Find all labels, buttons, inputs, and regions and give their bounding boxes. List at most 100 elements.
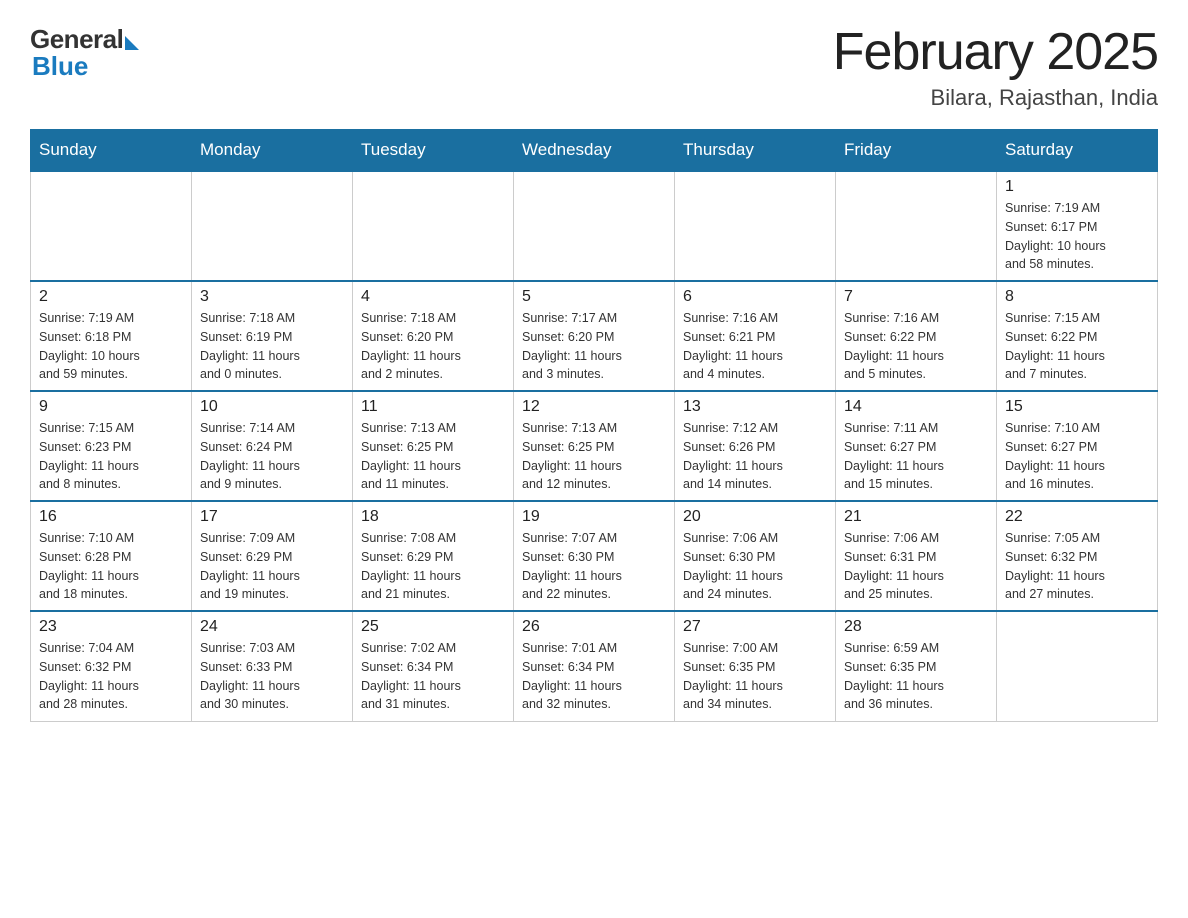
page-header: General Blue February 2025 Bilara, Rajas… [30,24,1158,111]
day-number: 11 [361,398,505,416]
day-number: 26 [522,618,666,636]
logo: General Blue [30,24,139,82]
title-section: February 2025 Bilara, Rajasthan, India [833,24,1158,111]
calendar-day-5: 5 Sunrise: 7:17 AMSunset: 6:20 PMDaylight… [514,281,675,391]
calendar-day-15: 15Sunrise: 7:10 AMSunset: 6:27 PMDayligh… [997,391,1158,501]
day-number: 27 [683,618,827,636]
day-info: Sunrise: 7:06 AMSunset: 6:30 PMDaylight:… [683,529,827,604]
day-info: Sunrise: 7:12 AMSunset: 6:26 PMDaylight:… [683,419,827,494]
day-number: 12 [522,398,666,416]
calendar-day-12: 12 Sunrise: 7:13 AMSunset: 6:25 PMDayligh… [514,391,675,501]
day-info: Sunrise: 7:13 AMSunset: 6:25 PMDaylight:… [361,419,505,494]
calendar-day-13: 13Sunrise: 7:12 AMSunset: 6:26 PMDayligh… [675,391,836,501]
calendar-day-2: 2 Sunrise: 7:19 AMSunset: 6:18 PMDaylight… [31,281,192,391]
day-info: Sunrise: 7:18 AMSunset: 6:20 PMDaylight:… [361,309,505,384]
calendar-day-24: 24Sunrise: 7:03 AMSunset: 6:33 PMDayligh… [192,611,353,721]
weekday-header-friday: Friday [836,130,997,172]
month-year-title: February 2025 [833,24,1158,81]
day-info: Sunrise: 7:17 AMSunset: 6:20 PMDaylight:… [522,309,666,384]
day-info: Sunrise: 7:01 AMSunset: 6:34 PMDaylight:… [522,639,666,714]
day-info: Sunrise: 7:14 AMSunset: 6:24 PMDaylight:… [200,419,344,494]
calendar-day-1: 1Sunrise: 7:19 AMSunset: 6:17 PMDaylight… [997,171,1158,281]
weekday-header-row: SundayMondayTuesdayWednesdayThursdayFrid… [31,130,1158,172]
day-info: Sunrise: 7:16 AMSunset: 6:22 PMDaylight:… [844,309,988,384]
day-info: Sunrise: 7:15 AMSunset: 6:23 PMDaylight:… [39,419,183,494]
day-number: 3 [200,288,344,306]
calendar-day-6: 6 Sunrise: 7:16 AMSunset: 6:21 PMDaylight… [675,281,836,391]
day-info: Sunrise: 7:18 AMSunset: 6:19 PMDaylight:… [200,309,344,384]
calendar-week-row: 1Sunrise: 7:19 AMSunset: 6:17 PMDaylight… [31,171,1158,281]
calendar-day-14: 14 Sunrise: 7:11 AMSunset: 6:27 PMDayligh… [836,391,997,501]
calendar-day-21: 21Sunrise: 7:06 AMSunset: 6:31 PMDayligh… [836,501,997,611]
day-info: Sunrise: 7:05 AMSunset: 6:32 PMDaylight:… [1005,529,1149,604]
day-number: 24 [200,618,344,636]
calendar-week-row: 9 Sunrise: 7:15 AMSunset: 6:23 PMDaylight… [31,391,1158,501]
day-number: 8 [1005,288,1149,306]
day-number: 22 [1005,508,1149,526]
calendar-empty-cell [997,611,1158,721]
calendar-day-19: 19 Sunrise: 7:07 AMSunset: 6:30 PMDayligh… [514,501,675,611]
weekday-header-monday: Monday [192,130,353,172]
day-number: 14 [844,398,988,416]
day-info: Sunrise: 7:06 AMSunset: 6:31 PMDaylight:… [844,529,988,604]
calendar-empty-cell [675,171,836,281]
day-info: Sunrise: 6:59 AMSunset: 6:35 PMDaylight:… [844,639,988,714]
logo-blue-text: Blue [32,51,88,82]
calendar-day-10: 10 Sunrise: 7:14 AMSunset: 6:24 PMDayligh… [192,391,353,501]
day-info: Sunrise: 7:13 AMSunset: 6:25 PMDaylight:… [522,419,666,494]
calendar-day-22: 22 Sunrise: 7:05 AMSunset: 6:32 PMDayligh… [997,501,1158,611]
day-info: Sunrise: 7:02 AMSunset: 6:34 PMDaylight:… [361,639,505,714]
calendar-day-4: 4 Sunrise: 7:18 AMSunset: 6:20 PMDaylight… [353,281,514,391]
weekday-header-saturday: Saturday [997,130,1158,172]
day-number: 2 [39,288,183,306]
calendar-day-16: 16 Sunrise: 7:10 AMSunset: 6:28 PMDayligh… [31,501,192,611]
calendar-empty-cell [31,171,192,281]
calendar-empty-cell [192,171,353,281]
day-number: 19 [522,508,666,526]
day-info: Sunrise: 7:10 AMSunset: 6:28 PMDaylight:… [39,529,183,604]
day-number: 7 [844,288,988,306]
day-number: 4 [361,288,505,306]
day-number: 5 [522,288,666,306]
day-number: 23 [39,618,183,636]
calendar-day-27: 27Sunrise: 7:00 AMSunset: 6:35 PMDayligh… [675,611,836,721]
calendar-week-row: 23Sunrise: 7:04 AMSunset: 6:32 PMDayligh… [31,611,1158,721]
day-info: Sunrise: 7:10 AMSunset: 6:27 PMDaylight:… [1005,419,1149,494]
weekday-header-tuesday: Tuesday [353,130,514,172]
day-number: 28 [844,618,988,636]
day-number: 9 [39,398,183,416]
day-number: 17 [200,508,344,526]
calendar-day-8: 8 Sunrise: 7:15 AMSunset: 6:22 PMDaylight… [997,281,1158,391]
calendar-week-row: 16 Sunrise: 7:10 AMSunset: 6:28 PMDayligh… [31,501,1158,611]
day-info: Sunrise: 7:08 AMSunset: 6:29 PMDaylight:… [361,529,505,604]
day-info: Sunrise: 7:07 AMSunset: 6:30 PMDaylight:… [522,529,666,604]
day-info: Sunrise: 7:09 AMSunset: 6:29 PMDaylight:… [200,529,344,604]
calendar-day-17: 17 Sunrise: 7:09 AMSunset: 6:29 PMDayligh… [192,501,353,611]
location-subtitle: Bilara, Rajasthan, India [833,85,1158,111]
day-number: 18 [361,508,505,526]
calendar-day-20: 20 Sunrise: 7:06 AMSunset: 6:30 PMDayligh… [675,501,836,611]
calendar-day-18: 18 Sunrise: 7:08 AMSunset: 6:29 PMDayligh… [353,501,514,611]
day-info: Sunrise: 7:11 AMSunset: 6:27 PMDaylight:… [844,419,988,494]
day-info: Sunrise: 7:19 AMSunset: 6:18 PMDaylight:… [39,309,183,384]
day-info: Sunrise: 7:16 AMSunset: 6:21 PMDaylight:… [683,309,827,384]
logo-arrow-icon [125,36,139,50]
calendar-day-23: 23Sunrise: 7:04 AMSunset: 6:32 PMDayligh… [31,611,192,721]
day-number: 16 [39,508,183,526]
calendar-table: SundayMondayTuesdayWednesdayThursdayFrid… [30,129,1158,722]
calendar-day-25: 25 Sunrise: 7:02 AMSunset: 6:34 PMDayligh… [353,611,514,721]
calendar-empty-cell [353,171,514,281]
day-info: Sunrise: 7:19 AMSunset: 6:17 PMDaylight:… [1005,199,1149,274]
calendar-empty-cell [836,171,997,281]
calendar-empty-cell [514,171,675,281]
calendar-day-9: 9 Sunrise: 7:15 AMSunset: 6:23 PMDaylight… [31,391,192,501]
day-number: 6 [683,288,827,306]
day-number: 25 [361,618,505,636]
day-number: 10 [200,398,344,416]
weekday-header-wednesday: Wednesday [514,130,675,172]
calendar-day-3: 3 Sunrise: 7:18 AMSunset: 6:19 PMDaylight… [192,281,353,391]
day-info: Sunrise: 7:15 AMSunset: 6:22 PMDaylight:… [1005,309,1149,384]
calendar-day-7: 7 Sunrise: 7:16 AMSunset: 6:22 PMDaylight… [836,281,997,391]
weekday-header-thursday: Thursday [675,130,836,172]
day-number: 20 [683,508,827,526]
